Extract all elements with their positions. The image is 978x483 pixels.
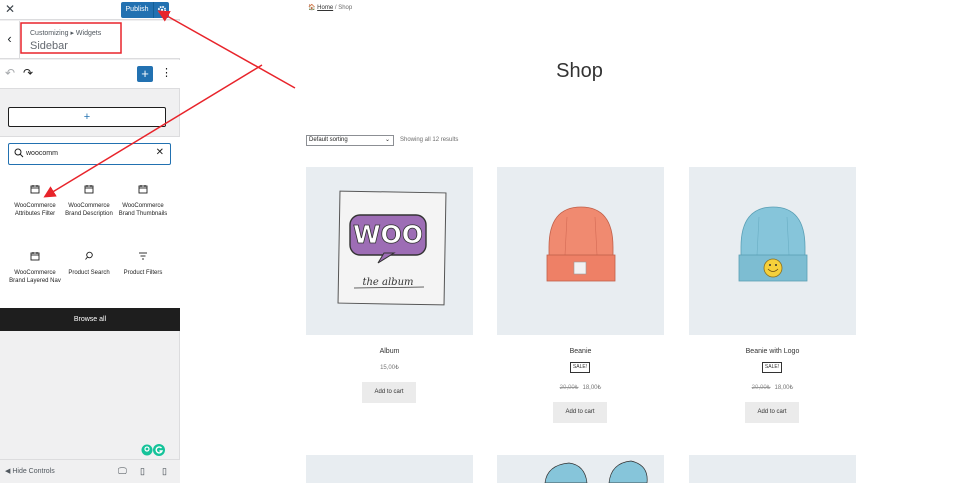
block-woocommerce-brand-thumbnails[interactable]: WooCommerce Brand Thumbnails bbox=[115, 182, 171, 218]
current-price: 18,00₺ bbox=[582, 385, 602, 391]
add-to-cart-button[interactable]: Add to cart bbox=[553, 402, 607, 423]
original-price: 20,00₺ bbox=[559, 385, 579, 391]
sorting-select[interactable]: Default sorting ⌄ bbox=[306, 135, 394, 146]
publish-button[interactable]: Publish bbox=[121, 2, 153, 18]
filter-icon bbox=[139, 252, 147, 260]
block-inserter-panel bbox=[0, 136, 180, 331]
block-label: WooCommerce Attributes Filter bbox=[14, 203, 56, 217]
customizer-header: ✕ Publish bbox=[0, 0, 180, 20]
redo-icon[interactable]: ↷ bbox=[23, 66, 33, 80]
chevron-left-icon: ‹ bbox=[7, 31, 12, 46]
plus-icon: + bbox=[83, 111, 91, 123]
add-to-cart-button[interactable]: Add to cart bbox=[362, 382, 416, 403]
block-label: WooCommerce Brand Description bbox=[65, 203, 113, 217]
calendar-icon bbox=[30, 185, 40, 194]
calendar-icon bbox=[84, 185, 94, 194]
beanies-picture bbox=[544, 460, 648, 483]
gear-icon bbox=[157, 5, 167, 15]
svg-text:WOO: WOO bbox=[353, 220, 423, 249]
product-name[interactable]: Beanie with Logo bbox=[689, 348, 856, 355]
hide-controls-label: Hide Controls bbox=[12, 468, 55, 475]
product-image-album[interactable]: WOO the album bbox=[306, 167, 473, 335]
sorting-value: Default sorting bbox=[309, 137, 348, 143]
section-header: ‹ Customizing ▸ Widgets Sidebar bbox=[0, 21, 180, 59]
current-price: 15,00₺ bbox=[380, 365, 399, 371]
product-image[interactable] bbox=[689, 455, 856, 483]
block-appender[interactable]: + bbox=[8, 107, 166, 127]
site-preview: 🏠 Home / Shop Shop Default sorting ⌄ Show… bbox=[181, 0, 978, 483]
undo-icon[interactable]: ↶ bbox=[5, 66, 15, 80]
close-icon[interactable]: ✕ bbox=[5, 2, 15, 16]
sale-badge: SALE! bbox=[570, 362, 590, 373]
browse-all-button[interactable]: Browse all bbox=[0, 308, 180, 331]
mobile-preview-icon[interactable]: ▯ bbox=[162, 466, 167, 477]
product-name[interactable]: Beanie bbox=[497, 348, 664, 355]
svg-text:the album: the album bbox=[362, 277, 413, 288]
block-label: Product Search bbox=[68, 270, 110, 276]
product-name[interactable]: Album bbox=[306, 348, 473, 355]
home-icon: 🏠 bbox=[308, 5, 316, 11]
block-woocommerce-brand-description[interactable]: WooCommerce Brand Description bbox=[61, 182, 117, 218]
block-label: WooCommerce Brand Thumbnails bbox=[118, 203, 168, 217]
beanie-with-logo-picture bbox=[738, 206, 808, 282]
publish-settings-button[interactable] bbox=[153, 2, 169, 18]
block-toolbar: ↶ ↷ bbox=[0, 60, 180, 89]
customizer-sidebar: ✕ Publish ‹ Customizing ▸ Widgets Sideba… bbox=[0, 0, 180, 483]
product-image-beanie-with-logo[interactable] bbox=[689, 167, 856, 335]
more-options-icon[interactable]: ⋮ bbox=[161, 66, 172, 79]
block-woocommerce-brand-layered-nav[interactable]: WooCommerce Brand Layered Nav bbox=[7, 249, 63, 285]
product-price: 15,00₺ bbox=[306, 364, 473, 371]
product-price: 20,00₺ 18,00₺ bbox=[689, 384, 856, 391]
section-title: Sidebar bbox=[30, 40, 68, 52]
calendar-icon bbox=[138, 185, 148, 194]
search-icon bbox=[85, 251, 93, 260]
add-to-cart-button[interactable]: Add to cart bbox=[745, 402, 799, 423]
block-search-input[interactable]: woocomm ✕ bbox=[8, 143, 171, 165]
search-icon bbox=[14, 148, 24, 158]
add-block-button[interactable]: + bbox=[137, 66, 153, 82]
calendar-icon bbox=[30, 252, 40, 261]
block-product-search[interactable]: Product Search bbox=[61, 249, 117, 277]
product-image-beanie[interactable] bbox=[497, 167, 664, 335]
breadcrumb-current: Shop bbox=[338, 5, 353, 11]
tablet-preview-icon[interactable]: ▯ bbox=[140, 466, 145, 477]
result-count: Showing all 12 results bbox=[400, 137, 459, 143]
original-price: 20,00₺ bbox=[751, 385, 771, 391]
page-title: Shop bbox=[556, 60, 603, 82]
sale-badge: SALE! bbox=[762, 362, 782, 373]
breadcrumb-separator: / bbox=[334, 5, 337, 11]
search-value: woocomm bbox=[26, 150, 58, 157]
chevron-down-icon: ⌄ bbox=[384, 137, 390, 143]
block-label: Product Filters bbox=[123, 270, 163, 276]
breadcrumb: 🏠 Home / Shop bbox=[308, 4, 352, 11]
grammarly-icon[interactable] bbox=[140, 443, 172, 457]
breadcrumb-home-link[interactable]: Home bbox=[317, 5, 333, 11]
album-cover: WOO the album bbox=[337, 190, 447, 306]
customizer-footer: ◀ Hide Controls 🖵 ▯ ▯ bbox=[0, 459, 180, 483]
plus-icon: + bbox=[141, 66, 149, 81]
product-image[interactable] bbox=[306, 455, 473, 483]
back-button[interactable]: ‹ bbox=[0, 21, 20, 59]
block-woocommerce-attributes-filter[interactable]: WooCommerce Attributes Filter bbox=[7, 182, 63, 218]
breadcrumb: Customizing ▸ Widgets bbox=[30, 30, 102, 37]
current-price: 18,00₺ bbox=[774, 385, 794, 391]
block-product-filters[interactable]: Product Filters bbox=[115, 249, 171, 277]
hide-controls-button[interactable]: ◀ Hide Controls bbox=[5, 467, 55, 475]
block-label: WooCommerce Brand Layered Nav bbox=[9, 270, 61, 284]
clear-search-icon[interactable]: ✕ bbox=[156, 147, 164, 158]
desktop-preview-icon[interactable]: 🖵 bbox=[118, 466, 127, 477]
product-price: 20,00₺ 18,00₺ bbox=[497, 384, 664, 391]
product-image[interactable] bbox=[497, 455, 664, 483]
beanie-picture bbox=[546, 206, 616, 282]
